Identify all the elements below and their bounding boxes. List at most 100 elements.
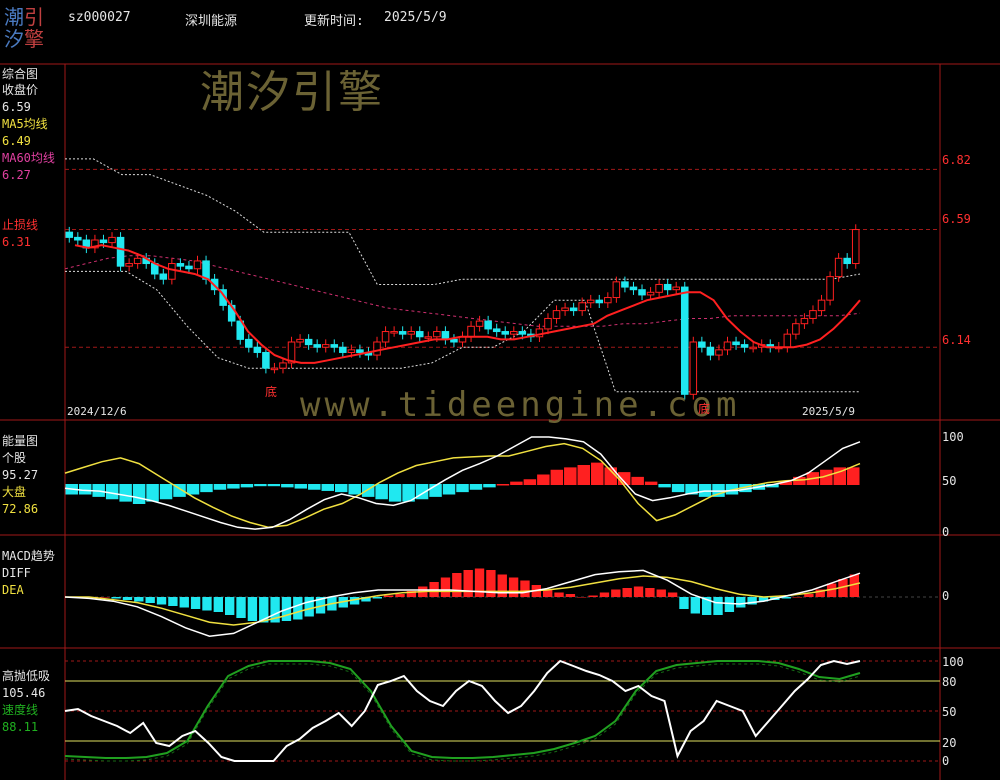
candle-body xyxy=(193,260,202,270)
stock-energy-line xyxy=(64,436,861,530)
macd-bar xyxy=(474,568,485,597)
candle-body xyxy=(843,257,851,265)
candle-body xyxy=(740,344,749,348)
candle-body xyxy=(467,325,475,338)
candle-body xyxy=(116,236,125,267)
stock-energy-label: 个股 xyxy=(2,451,27,465)
macd-bar xyxy=(111,597,121,599)
macd-bar xyxy=(225,597,235,615)
candle-body xyxy=(638,289,646,296)
candle-body xyxy=(510,331,518,335)
speed-value: 88.11 xyxy=(2,720,39,734)
close-label: 收盘价 xyxy=(2,83,39,97)
energy-bar xyxy=(671,484,685,493)
candle-body xyxy=(646,291,655,296)
energy-bar xyxy=(631,476,644,485)
macd-bar xyxy=(134,597,144,602)
candle-body xyxy=(373,341,381,356)
diff-label: DIFF xyxy=(2,566,31,580)
energy-tick-label: 100 xyxy=(942,430,964,444)
macd-bar xyxy=(588,595,598,597)
stop-label: 止损线 xyxy=(2,218,39,232)
candle-body xyxy=(612,281,621,299)
candle-body xyxy=(108,236,116,244)
macd-bar xyxy=(577,597,587,598)
candle-body xyxy=(245,338,253,348)
ma60-label: MA60均线 xyxy=(2,151,55,165)
stop-upper-line xyxy=(65,158,861,285)
market-energy-value: 72.86 xyxy=(2,502,39,516)
macd-bar xyxy=(190,597,201,609)
osc-tick-label: 0 xyxy=(942,754,950,768)
energy-bar xyxy=(78,484,92,495)
energy-bar xyxy=(213,484,227,490)
candle-body xyxy=(586,299,595,304)
osc-value: 105.46 xyxy=(2,686,46,700)
macd-bar xyxy=(713,597,723,615)
candle-body xyxy=(783,333,792,348)
energy-bar xyxy=(564,467,577,485)
candle-body xyxy=(604,297,612,304)
macd-bar xyxy=(724,597,735,612)
candle-body xyxy=(800,317,809,325)
candle-body xyxy=(441,331,450,340)
candle-body xyxy=(715,349,723,356)
macd-bar xyxy=(792,597,803,598)
osc-tick-label: 20 xyxy=(942,736,957,750)
candle-body xyxy=(133,257,142,265)
candle-body xyxy=(792,323,800,335)
macd-bar xyxy=(293,597,303,620)
candle-body xyxy=(262,351,270,369)
macd-bar xyxy=(463,570,473,597)
energy-bar xyxy=(348,484,361,495)
candle-body xyxy=(569,307,578,312)
price-tick-label: 6.59 xyxy=(942,212,971,226)
candle-body xyxy=(475,320,484,327)
energy-panel-title: 能量图 xyxy=(2,434,39,448)
candle-body xyxy=(484,320,492,330)
watermark-cn: 潮汐引擎 xyxy=(200,67,384,118)
macd-bar xyxy=(599,592,610,597)
energy-bar xyxy=(308,484,321,490)
energy-bar xyxy=(227,484,240,489)
candle-body xyxy=(544,317,552,330)
energy-bar xyxy=(847,467,860,485)
macd-bar xyxy=(736,597,746,608)
energy-bar xyxy=(537,474,550,485)
candle-body xyxy=(809,310,817,319)
candle-body xyxy=(433,331,441,338)
candle-body xyxy=(279,362,287,369)
candle-body xyxy=(321,344,330,348)
candle-body xyxy=(347,349,356,353)
energy-bar xyxy=(105,484,119,500)
energy-bar xyxy=(254,484,267,487)
candle-body xyxy=(313,344,321,348)
ma5-label: MA5均线 xyxy=(2,117,48,131)
candle-body xyxy=(176,263,185,267)
osc-panel-title: 高抛低吸 xyxy=(2,669,51,683)
energy-bar xyxy=(658,484,671,488)
energy-bar xyxy=(159,484,173,500)
candle-body xyxy=(415,331,424,338)
candle-body xyxy=(552,310,561,319)
energy-bar xyxy=(523,479,537,485)
energy-bar xyxy=(550,469,564,485)
macd-bar xyxy=(520,580,530,597)
energy-bar xyxy=(321,484,334,491)
candle-body xyxy=(159,273,168,280)
energy-bar xyxy=(281,484,294,488)
macd-bar xyxy=(156,597,167,605)
energy-bar xyxy=(132,484,146,504)
macd-bar xyxy=(145,597,155,603)
candle-body xyxy=(663,283,672,291)
energy-tick-label: 0 xyxy=(942,525,950,539)
candle-body xyxy=(561,307,569,312)
candle-body xyxy=(629,286,638,291)
energy-bar xyxy=(146,484,159,502)
candle-body xyxy=(698,341,706,348)
candle-body xyxy=(706,346,715,356)
macd-panel-title: MACD趋势 xyxy=(2,549,55,563)
macd-bar xyxy=(236,597,246,618)
candle-body xyxy=(424,336,433,339)
candle-body xyxy=(450,338,458,343)
